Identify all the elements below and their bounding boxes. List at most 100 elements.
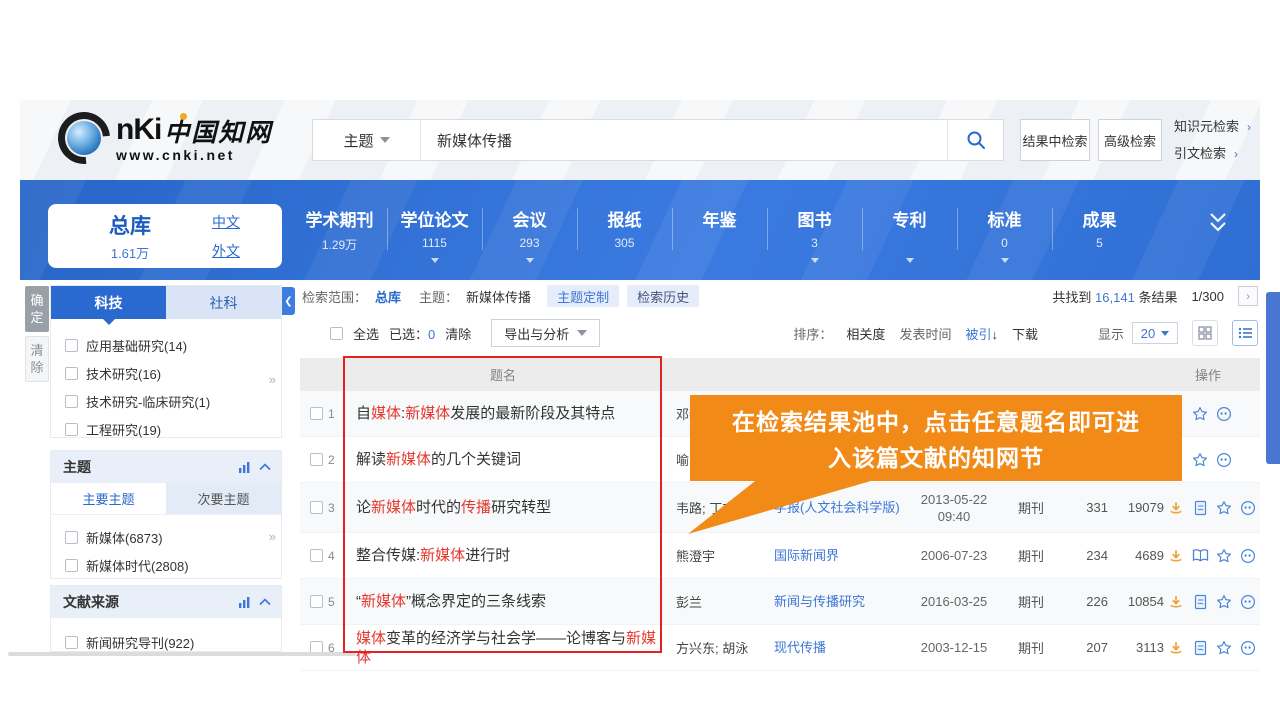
next-page-button[interactable]: › xyxy=(1238,286,1258,306)
category-filter-item-3[interactable]: 工程研究(19) xyxy=(65,415,281,443)
favorite-icon[interactable] xyxy=(1216,499,1233,516)
chevron-up-icon[interactable] xyxy=(259,598,271,606)
column-header-title[interactable]: 题名 xyxy=(344,365,662,384)
cite-icon[interactable] xyxy=(1216,451,1233,468)
sidebar-collapse-button[interactable]: ❮ xyxy=(282,287,295,315)
result-cited-count[interactable]: 207 xyxy=(1060,640,1108,655)
filter-clear-button[interactable]: 清除 xyxy=(25,336,49,382)
checkbox-icon[interactable] xyxy=(65,395,78,408)
cite-icon[interactable] xyxy=(1216,405,1233,422)
bar-chart-icon[interactable] xyxy=(238,596,251,609)
search-input[interactable] xyxy=(421,120,947,160)
grid-view-button[interactable] xyxy=(1192,320,1218,346)
checkbox-icon[interactable] xyxy=(65,636,78,649)
nav-item-database-0[interactable]: 学术期刊1.29万 xyxy=(292,196,387,268)
result-title-link[interactable]: 论新媒体时代的传播研究转型 xyxy=(344,498,662,517)
result-cited-count[interactable]: 331 xyxy=(1060,500,1108,515)
favorite-icon[interactable] xyxy=(1216,639,1233,656)
download-icon[interactable] xyxy=(1168,547,1185,564)
download-icon[interactable] xyxy=(1168,639,1185,656)
select-all-label[interactable]: 全选 xyxy=(353,324,379,343)
nav-item-database-2[interactable]: 会议293 xyxy=(482,196,577,268)
category-filter-item-0[interactable]: 应用基础研究(14) xyxy=(65,331,281,359)
bar-chart-icon[interactable] xyxy=(238,461,251,474)
result-download-count[interactable]: 3113 xyxy=(1108,640,1164,655)
search-history-chip[interactable]: 检索历史 xyxy=(627,285,699,307)
lang-chinese-link[interactable]: 中文 xyxy=(212,212,240,232)
read-book-icon[interactable] xyxy=(1192,547,1209,564)
result-cited-count[interactable]: 226 xyxy=(1060,594,1108,609)
clear-selection-button[interactable]: 清除 xyxy=(445,324,471,343)
download-icon[interactable] xyxy=(1168,499,1185,516)
favorite-icon[interactable] xyxy=(1192,451,1209,468)
topic-filter-item-1[interactable]: 新媒体时代(2808) xyxy=(65,551,281,579)
nav-item-database-1[interactable]: 学位论文1115 xyxy=(387,196,482,268)
tab-science[interactable]: 科技 xyxy=(51,286,166,319)
favorite-icon[interactable] xyxy=(1192,405,1209,422)
row-checkbox[interactable] xyxy=(310,549,323,562)
expand-more-icon[interactable]: » xyxy=(269,372,276,387)
checkbox-icon[interactable] xyxy=(65,339,78,352)
cite-icon[interactable] xyxy=(1240,639,1257,656)
export-analyze-button[interactable]: 导出与分析 xyxy=(491,319,600,347)
expand-more-icon[interactable]: » xyxy=(269,529,276,544)
source-filter-item-0[interactable]: 新闻研究导刊(922) xyxy=(65,628,281,652)
result-title-link[interactable]: 自媒体:新媒体发展的最新阶段及其特点 xyxy=(344,404,662,423)
select-all-checkbox[interactable] xyxy=(330,327,343,340)
result-authors[interactable]: 彭兰 xyxy=(662,592,774,611)
checkbox-icon[interactable] xyxy=(65,531,78,544)
result-title-link[interactable]: 解读新媒体的几个关键词 xyxy=(344,450,662,469)
checkbox-icon[interactable] xyxy=(65,559,78,572)
total-library-card[interactable]: 总库 1.61万 中文 外文 xyxy=(48,204,282,268)
filter-confirm-button[interactable]: 确定 xyxy=(25,286,49,332)
sort-publish-time[interactable]: 发表时间 xyxy=(899,324,951,343)
search-button[interactable] xyxy=(947,120,1003,160)
sort-relevance[interactable]: 相关度 xyxy=(846,324,885,343)
favorite-icon[interactable] xyxy=(1216,593,1233,610)
html-read-icon[interactable] xyxy=(1192,499,1209,516)
category-filter-item-1[interactable]: 技术研究(16) xyxy=(65,359,281,387)
cite-icon[interactable] xyxy=(1240,593,1257,610)
scope-value[interactable]: 总库 xyxy=(375,287,401,306)
download-icon[interactable] xyxy=(1168,593,1185,610)
row-checkbox[interactable] xyxy=(310,407,323,420)
result-download-count[interactable]: 10854 xyxy=(1108,594,1164,609)
html-read-icon[interactable] xyxy=(1192,639,1209,656)
result-cited-count[interactable]: 234 xyxy=(1060,548,1108,563)
chevron-up-icon[interactable] xyxy=(259,463,271,471)
result-title-link[interactable]: “新媒体”概念界定的三条线索 xyxy=(344,592,662,611)
row-checkbox[interactable] xyxy=(310,501,323,514)
checkbox-icon[interactable] xyxy=(65,423,78,436)
tab-primary-topic[interactable]: 主要主题 xyxy=(51,483,166,514)
lang-foreign-link[interactable]: 外文 xyxy=(212,241,240,261)
page-size-select[interactable]: 20 xyxy=(1132,322,1178,344)
cite-icon[interactable] xyxy=(1240,499,1257,516)
citation-search-link[interactable]: 引文检索› xyxy=(1174,143,1251,162)
topic-customize-chip[interactable]: 主题定制 xyxy=(547,285,619,307)
knowledge-element-search-link[interactable]: 知识元检索› xyxy=(1174,116,1251,135)
favorite-icon[interactable] xyxy=(1216,547,1233,564)
nav-item-database-5[interactable]: 图书3 xyxy=(767,196,862,268)
search-field-dropdown[interactable]: 主题 xyxy=(313,120,421,160)
nav-item-database-8[interactable]: 成果5 xyxy=(1052,196,1147,268)
result-source-link[interactable]: 现代传播 xyxy=(774,639,906,656)
advanced-search-button[interactable]: 高级检索 xyxy=(1098,119,1162,161)
result-download-count[interactable]: 4689 xyxy=(1108,548,1164,563)
result-title-link[interactable]: 整合传媒:新媒体进行时 xyxy=(344,546,662,565)
tab-social-science[interactable]: 社科 xyxy=(166,286,281,319)
nav-item-database-7[interactable]: 标准0 xyxy=(957,196,1052,268)
result-source-link[interactable]: 国际新闻界 xyxy=(774,547,906,564)
list-view-button[interactable] xyxy=(1232,320,1258,346)
checkbox-icon[interactable] xyxy=(65,367,78,380)
topic-filter-item-0[interactable]: 新媒体(6873) xyxy=(65,523,281,551)
nav-item-database-6[interactable]: 专利 xyxy=(862,196,957,268)
row-checkbox[interactable] xyxy=(310,453,323,466)
tab-secondary-topic[interactable]: 次要主题 xyxy=(166,483,281,514)
nav-expand-button[interactable] xyxy=(1204,210,1232,241)
nav-item-database-3[interactable]: 报纸305 xyxy=(577,196,672,268)
result-authors[interactable]: 方兴东; 胡泳 xyxy=(662,638,774,657)
html-read-icon[interactable] xyxy=(1192,593,1209,610)
row-checkbox[interactable] xyxy=(310,595,323,608)
cnki-logo[interactable]: nKi 中国知网 www.cnki.net xyxy=(58,112,272,164)
result-authors[interactable]: 熊澄宇 xyxy=(662,546,774,565)
